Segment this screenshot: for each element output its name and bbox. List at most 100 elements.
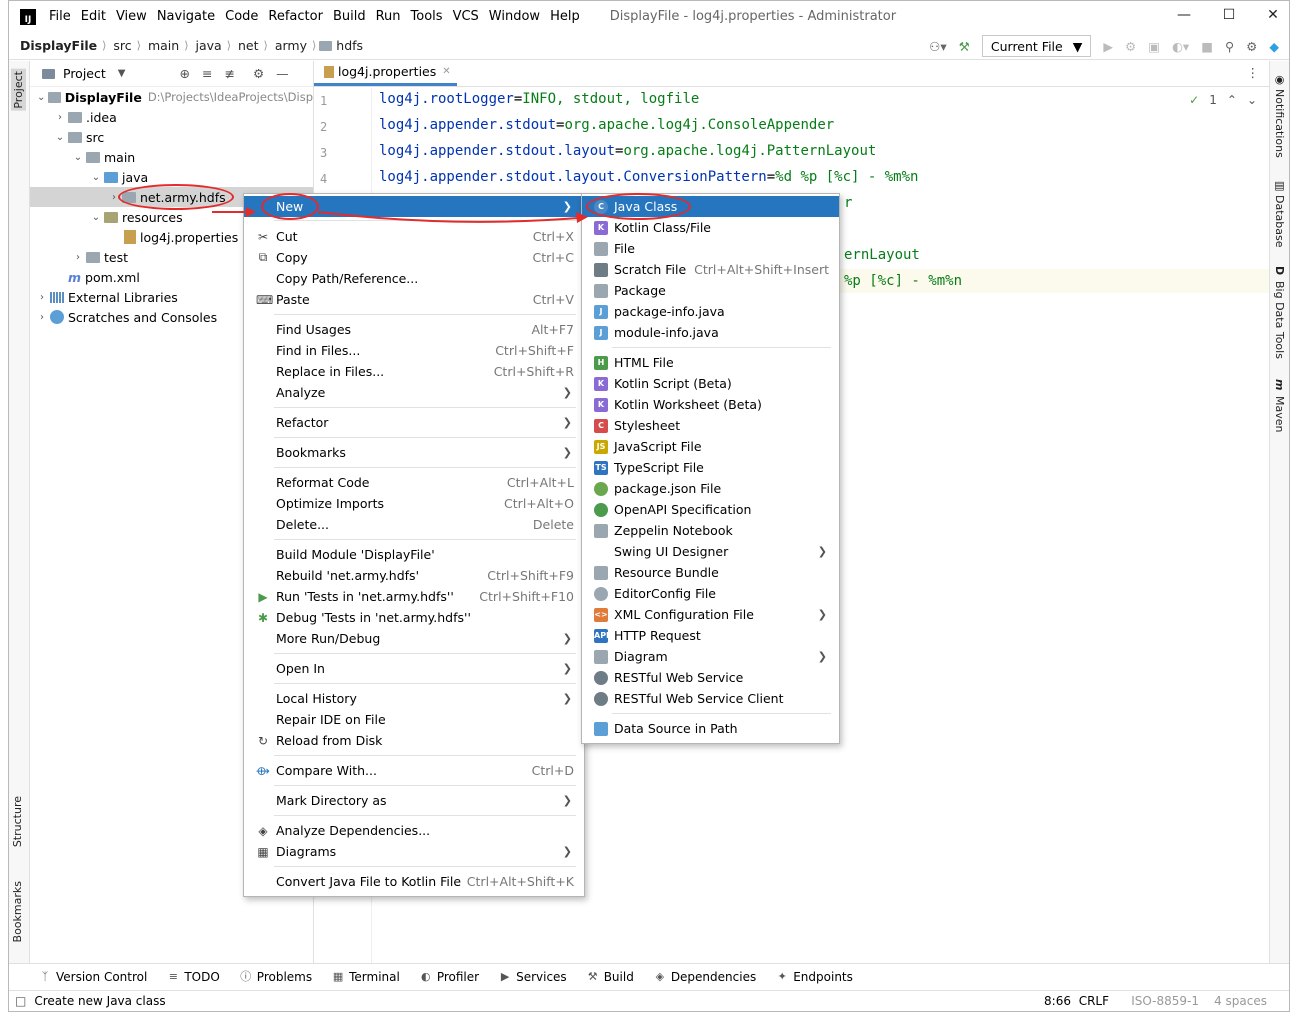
menu-item-repair-ide[interactable]: Repair IDE on File bbox=[244, 709, 584, 730]
tool-services[interactable]: ▶ Services bbox=[499, 970, 567, 984]
breadcrumb-src[interactable]: src bbox=[113, 38, 131, 53]
minimize-icon[interactable]: — bbox=[1174, 7, 1194, 27]
menu-refactor[interactable]: Refactor bbox=[268, 9, 323, 24]
menu-item-more-run-debug[interactable]: More Run/Debug ❯ bbox=[244, 628, 584, 649]
chevron-down-icon[interactable]: ⌄ bbox=[1247, 93, 1257, 107]
menu-help[interactable]: Help bbox=[550, 9, 580, 24]
caret-position[interactable]: 8:66 bbox=[1044, 994, 1071, 1008]
profile-icon[interactable]: ◐▾ bbox=[1172, 39, 1189, 54]
menu-build[interactable]: Build bbox=[333, 9, 366, 24]
notifications-tool-tab[interactable]: Notifications bbox=[1273, 89, 1286, 158]
submenu-item-editorconfig[interactable]: EditorConfig File bbox=[582, 583, 839, 604]
menu-item-analyze[interactable]: Analyze ❯ bbox=[244, 382, 584, 403]
menu-item-build-module[interactable]: Build Module 'DisplayFile' bbox=[244, 544, 584, 565]
submenu-item-typescript[interactable]: TS TypeScript File bbox=[582, 457, 839, 478]
menu-item-copy[interactable]: ⧉ Copy Ctrl+C bbox=[244, 247, 584, 268]
build-hammer-icon[interactable]: ⚒ bbox=[959, 39, 970, 54]
menu-navigate[interactable]: Navigate bbox=[157, 9, 215, 24]
tool-dependencies[interactable]: ◈ Dependencies bbox=[654, 970, 757, 984]
chevron-right-icon[interactable]: › bbox=[72, 252, 84, 263]
menu-item-bookmarks[interactable]: Bookmarks ❯ bbox=[244, 442, 584, 463]
maven-tool-tab[interactable]: Maven bbox=[1273, 396, 1286, 432]
submenu-item-module-info[interactable]: Jmodule-info.java bbox=[582, 322, 839, 343]
menu-item-diagrams[interactable]: ▦ Diagrams ❯ bbox=[244, 841, 584, 862]
chevron-down-icon[interactable]: ⌄ bbox=[54, 132, 66, 143]
tool-version-control[interactable]: ᛉ Version Control bbox=[39, 970, 148, 984]
chevron-down-icon[interactable]: ⌄ bbox=[36, 92, 46, 103]
code-line-4[interactable]: log4j.appender.stdout.layout.ConversionP… bbox=[379, 169, 918, 185]
menu-window[interactable]: Window bbox=[489, 9, 540, 24]
submenu-item-diagram[interactable]: Diagram ❯ bbox=[582, 646, 839, 667]
menu-item-refactor[interactable]: Refactor ❯ bbox=[244, 412, 584, 433]
tool-todo[interactable]: ≡ TODO bbox=[167, 970, 220, 984]
debug-icon[interactable]: ⚙ bbox=[1125, 39, 1136, 54]
menu-item-mark-directory[interactable]: Mark Directory as ❯ bbox=[244, 790, 584, 811]
submenu-item-kotlin-class[interactable]: K Kotlin Class/File bbox=[582, 217, 839, 238]
menu-run[interactable]: Run bbox=[376, 9, 401, 24]
submenu-item-xml-config[interactable]: <> XML Configuration File ❯ bbox=[582, 604, 839, 625]
chevron-down-icon[interactable]: ▼ bbox=[118, 68, 126, 79]
menu-item-convert-kotlin[interactable]: Convert Java File to Kotlin File Ctrl+Alt… bbox=[244, 871, 584, 892]
maximize-icon[interactable]: ☐ bbox=[1219, 7, 1239, 27]
chevron-right-icon[interactable]: › bbox=[36, 292, 48, 303]
submenu-item-kotlin-script[interactable]: K Kotlin Script (Beta) bbox=[582, 373, 839, 394]
chevron-right-icon[interactable]: › bbox=[36, 312, 48, 323]
menu-item-find-in-files[interactable]: Find in Files... Ctrl+Shift+F bbox=[244, 340, 584, 361]
submenu-item-file[interactable]: File bbox=[582, 238, 839, 259]
expand-all-icon[interactable]: ≡ bbox=[202, 66, 212, 81]
menu-tools[interactable]: Tools bbox=[411, 9, 443, 24]
chevron-down-icon[interactable]: ⌄ bbox=[72, 152, 84, 163]
menu-item-find-usages[interactable]: Find Usages Alt+F7 bbox=[244, 319, 584, 340]
menu-view[interactable]: View bbox=[116, 9, 147, 24]
submenu-item-package-json[interactable]: package.json File bbox=[582, 478, 839, 499]
menu-code[interactable]: Code bbox=[225, 9, 258, 24]
indent-setting[interactable]: 4 spaces bbox=[1214, 994, 1267, 1008]
search-icon[interactable]: ⚲ bbox=[1225, 39, 1234, 54]
tool-problems[interactable]: ⓘ Problems bbox=[240, 970, 312, 984]
tree-node-idea[interactable]: › .idea bbox=[30, 107, 313, 127]
project-tool-tab[interactable]: Project bbox=[11, 69, 26, 111]
menu-item-replace-in-files[interactable]: Replace in Files... Ctrl+Shift+R bbox=[244, 361, 584, 382]
project-view-label[interactable]: Project bbox=[63, 66, 106, 81]
menu-item-reformat[interactable]: Reformat Code Ctrl+Alt+L bbox=[244, 472, 584, 493]
tool-endpoints[interactable]: ✦ Endpoints bbox=[776, 970, 853, 984]
submenu-item-restful-client[interactable]: RESTful Web Service Client bbox=[582, 688, 839, 709]
chevron-up-icon[interactable]: ⌃ bbox=[1227, 93, 1237, 107]
code-line-2[interactable]: log4j.appender.stdout=org.apache.log4j.C… bbox=[379, 117, 834, 133]
submenu-item-javascript[interactable]: JS JavaScript File bbox=[582, 436, 839, 457]
menu-item-delete[interactable]: Delete... Delete bbox=[244, 514, 584, 535]
submenu-item-stylesheet[interactable]: C Stylesheet bbox=[582, 415, 839, 436]
options-gear-icon[interactable]: ⚙ bbox=[253, 66, 264, 81]
submenu-item-package-info[interactable]: Jpackage-info.java bbox=[582, 301, 839, 322]
chevron-down-icon[interactable]: ⌄ bbox=[90, 212, 102, 223]
menu-item-reload[interactable]: ↻ Reload from Disk bbox=[244, 730, 584, 751]
file-encoding[interactable]: ISO-8859-1 bbox=[1131, 994, 1199, 1008]
submenu-item-resource-bundle[interactable]: Resource Bundle bbox=[582, 562, 839, 583]
inspection-widget[interactable]: ✓ 1 ⌃ ⌄ bbox=[1189, 93, 1257, 107]
menu-item-rebuild[interactable]: Rebuild 'net.army.hdfs' Ctrl+Shift+F9 bbox=[244, 565, 584, 586]
menu-item-open-in[interactable]: Open In ❯ bbox=[244, 658, 584, 679]
code-line-1[interactable]: log4j.rootLogger=INFO, stdout, logfile bbox=[379, 91, 699, 107]
menu-item-run-tests[interactable]: ▶ Run 'Tests in 'net.army.hdfs'' Ctrl+Shif… bbox=[244, 586, 584, 607]
submenu-item-restful-service[interactable]: RESTful Web Service bbox=[582, 667, 839, 688]
menu-item-analyze-dependencies[interactable]: ◈ Analyze Dependencies... bbox=[244, 820, 584, 841]
breadcrumb-java[interactable]: java bbox=[196, 38, 222, 53]
menu-file[interactable]: File bbox=[49, 9, 71, 24]
breadcrumb-main[interactable]: main bbox=[148, 38, 179, 53]
menu-item-debug-tests[interactable]: ✱ Debug 'Tests in 'net.army.hdfs'' bbox=[244, 607, 584, 628]
menu-item-local-history[interactable]: Local History ❯ bbox=[244, 688, 584, 709]
breadcrumb-army[interactable]: army bbox=[275, 38, 307, 53]
structure-tool-tab[interactable]: Structure bbox=[11, 796, 24, 847]
jetbrains-toolbox-icon[interactable]: ◆ bbox=[1269, 39, 1279, 54]
collapse-all-icon[interactable]: ≢ bbox=[224, 66, 234, 81]
tool-build[interactable]: ⚒ Build bbox=[587, 970, 634, 984]
menu-vcs[interactable]: VCS bbox=[453, 9, 479, 24]
close-tab-icon[interactable]: ✕ bbox=[442, 66, 450, 77]
breadcrumb-hdfs[interactable]: hdfs bbox=[336, 38, 363, 53]
submenu-item-data-source[interactable]: Data Source in Path bbox=[582, 718, 839, 739]
menu-item-compare-with[interactable]: ⟴ Compare With... Ctrl+D bbox=[244, 760, 584, 781]
editor-tab-log4j[interactable]: log4j.properties ✕ bbox=[314, 60, 457, 86]
database-tool-tab[interactable]: Database bbox=[1273, 195, 1286, 248]
layout-icon[interactable]: □ bbox=[15, 994, 26, 1008]
menu-item-paste[interactable]: ⌨ Paste Ctrl+V bbox=[244, 289, 584, 310]
